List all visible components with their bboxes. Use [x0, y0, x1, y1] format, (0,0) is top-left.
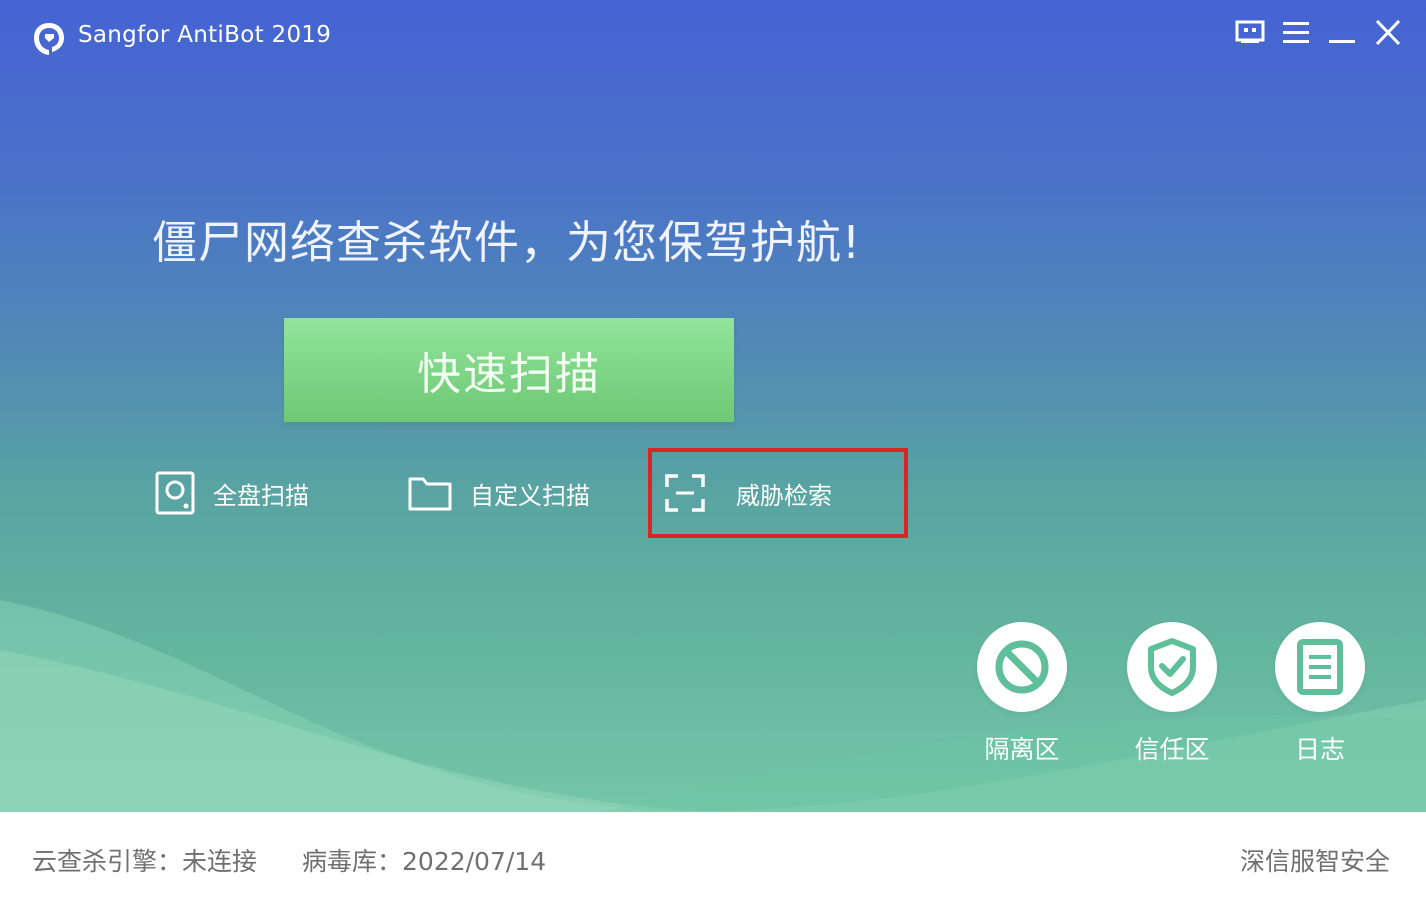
log-label: 日志 [1294, 735, 1345, 764]
cloud-engine-status: 云查杀引擎：未连接 [32, 842, 257, 878]
log-button[interactable]: 日志 [1260, 622, 1380, 766]
shield-check-icon [1148, 638, 1196, 696]
log-icon [1297, 639, 1343, 695]
virus-db-status: 病毒库：2022/07/14 [302, 842, 546, 878]
trust-zone-button[interactable]: 信任区 [1112, 622, 1232, 766]
threat-search-option[interactable]: 威胁检索 [664, 466, 832, 520]
close-button[interactable] [1372, 16, 1404, 50]
skin-icon [1235, 20, 1265, 43]
ban-icon [995, 640, 1049, 694]
cloud-engine-label: 云查杀引擎： [32, 847, 183, 876]
quick-scan-button[interactable]: 快速扫描 [284, 318, 734, 422]
app-title: Sangfor AntiBot 2019 [78, 22, 332, 48]
minimize-button[interactable] [1326, 16, 1358, 50]
virus-db-label: 病毒库： [302, 847, 403, 876]
trust-zone-icon-circle [1127, 622, 1217, 712]
skin-button[interactable] [1234, 16, 1266, 50]
slogan-text: 僵尸网络查杀软件，为您保驾护航! [152, 216, 862, 269]
antibot-logo-icon [34, 23, 64, 55]
threat-search-label: 威胁检索 [736, 481, 832, 510]
full-disk-scan-option[interactable]: 全盘扫描 [155, 466, 309, 520]
menu-button[interactable] [1280, 16, 1312, 50]
title-bar: Sangfor AntiBot 2019 [0, 0, 1426, 76]
folder-icon [408, 477, 452, 511]
hero-panel: Sangfor AntiBot 2019 僵尸网络查杀软件，为您保驾护航! 快速… [0, 0, 1426, 812]
custom-scan-label: 自定义扫描 [470, 481, 590, 510]
quarantine-icon-circle [977, 622, 1067, 712]
window-controls [1234, 16, 1404, 50]
menu-icon [1283, 22, 1309, 43]
quarantine-label: 隔离区 [984, 735, 1060, 764]
close-icon [1375, 20, 1401, 46]
minimize-icon [1329, 40, 1355, 43]
custom-scan-option[interactable]: 自定义扫描 [408, 466, 590, 520]
brand-text: 深信服智安全 [1240, 847, 1391, 876]
cloud-engine-value: 未连接 [182, 847, 258, 876]
app-window: Sangfor AntiBot 2019 僵尸网络查杀软件，为您保驾护航! 快速… [0, 0, 1426, 907]
quarantine-button[interactable]: 隔离区 [962, 622, 1082, 766]
disk-icon [155, 471, 195, 515]
log-icon-circle [1275, 622, 1365, 712]
full-disk-scan-label: 全盘扫描 [213, 481, 309, 510]
virus-db-value: 2022/07/14 [402, 847, 547, 876]
scan-frame-icon [665, 474, 705, 512]
trust-zone-label: 信任区 [1134, 735, 1210, 764]
